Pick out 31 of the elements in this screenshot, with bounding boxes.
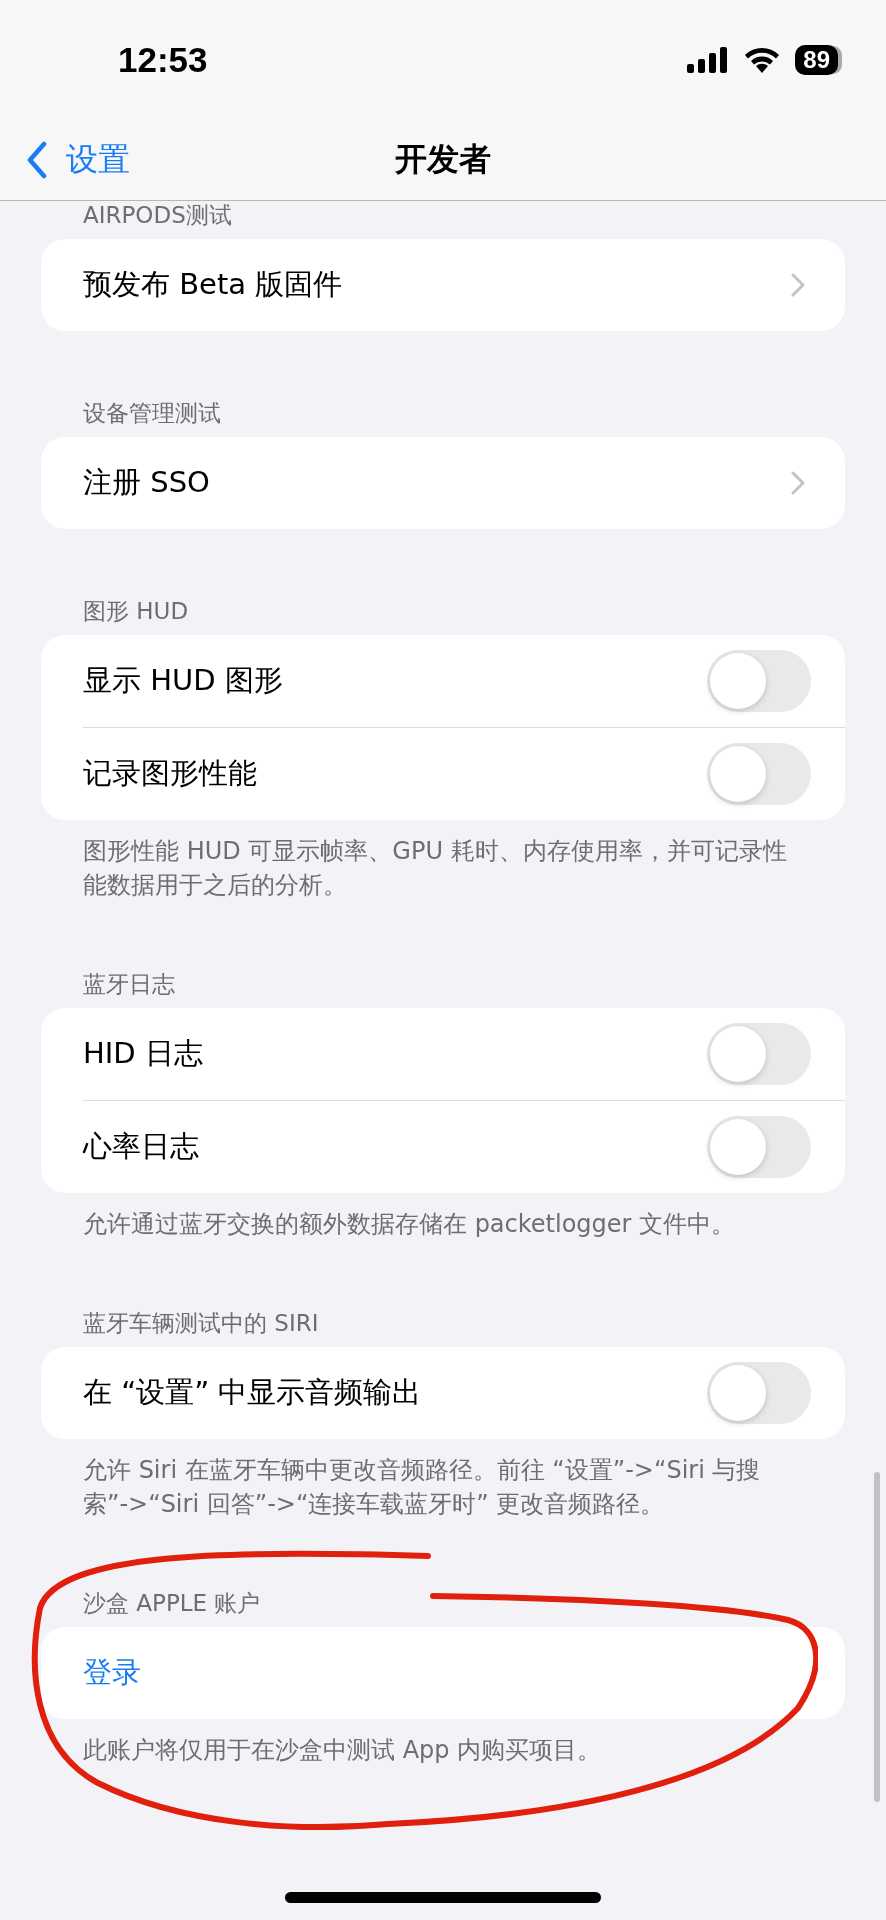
- section-header: 蓝牙车辆测试中的 SIRI: [82, 1309, 320, 1337]
- status-time: 12:53: [118, 40, 208, 80]
- chevron-right-icon: [791, 273, 805, 297]
- section-header: 图形 HUD: [82, 597, 190, 625]
- setting-label: HID 日志: [83, 1035, 203, 1072]
- signal-icon: [687, 47, 730, 73]
- section-header: 蓝牙日志: [82, 970, 176, 998]
- section-footer: 允许 Siri 在蓝牙车辆中更改音频路径。前往 “设置”->“Siri 与搜索”->“Siri 回答”->“连接车载蓝牙时” 更改音频路径。: [41, 1453, 845, 1521]
- back-button[interactable]: 设置: [0, 138, 130, 182]
- wifi-icon: [743, 46, 782, 74]
- toggle-switch[interactable]: [707, 1023, 811, 1085]
- settings-row[interactable]: 预发布 Beta 版固件: [83, 265, 343, 305]
- section-footer: 此账户将仅用于在沙盒中测试 App 内购买项目。: [41, 1733, 845, 1767]
- section-footer: 允许通过蓝牙交换的额外数据存储在 packetlogger 文件中。: [41, 1207, 845, 1241]
- chevron-left-icon: [26, 141, 48, 179]
- section-header: 沙盒 APPLE 账户: [82, 1589, 262, 1617]
- toggle-switch[interactable]: [707, 743, 811, 805]
- page-title: 开发者: [395, 139, 491, 180]
- sign-in-button[interactable]: 登录: [83, 1653, 141, 1693]
- section-header: 设备管理测试: [82, 399, 222, 427]
- setting-label: 记录图形性能: [83, 755, 257, 792]
- toggle-switch[interactable]: [707, 650, 811, 712]
- setting-label: 在 “设置” 中显示音频输出: [83, 1374, 422, 1411]
- setting-label: 显示 HUD 图形: [83, 662, 283, 699]
- setting-label: 心率日志: [83, 1128, 199, 1165]
- chevron-right-icon: [791, 471, 805, 495]
- toggle-switch[interactable]: [707, 1362, 811, 1424]
- section-footer: 图形性能 HUD 可显示帧率、GPU 耗时、内存使用率，并可记录性能数据用于之后的分析。: [41, 834, 845, 902]
- toggle-switch[interactable]: [707, 1116, 811, 1178]
- section-header: AIRPODS测试: [82, 201, 233, 229]
- settings-row[interactable]: 注册 SSO: [83, 463, 210, 503]
